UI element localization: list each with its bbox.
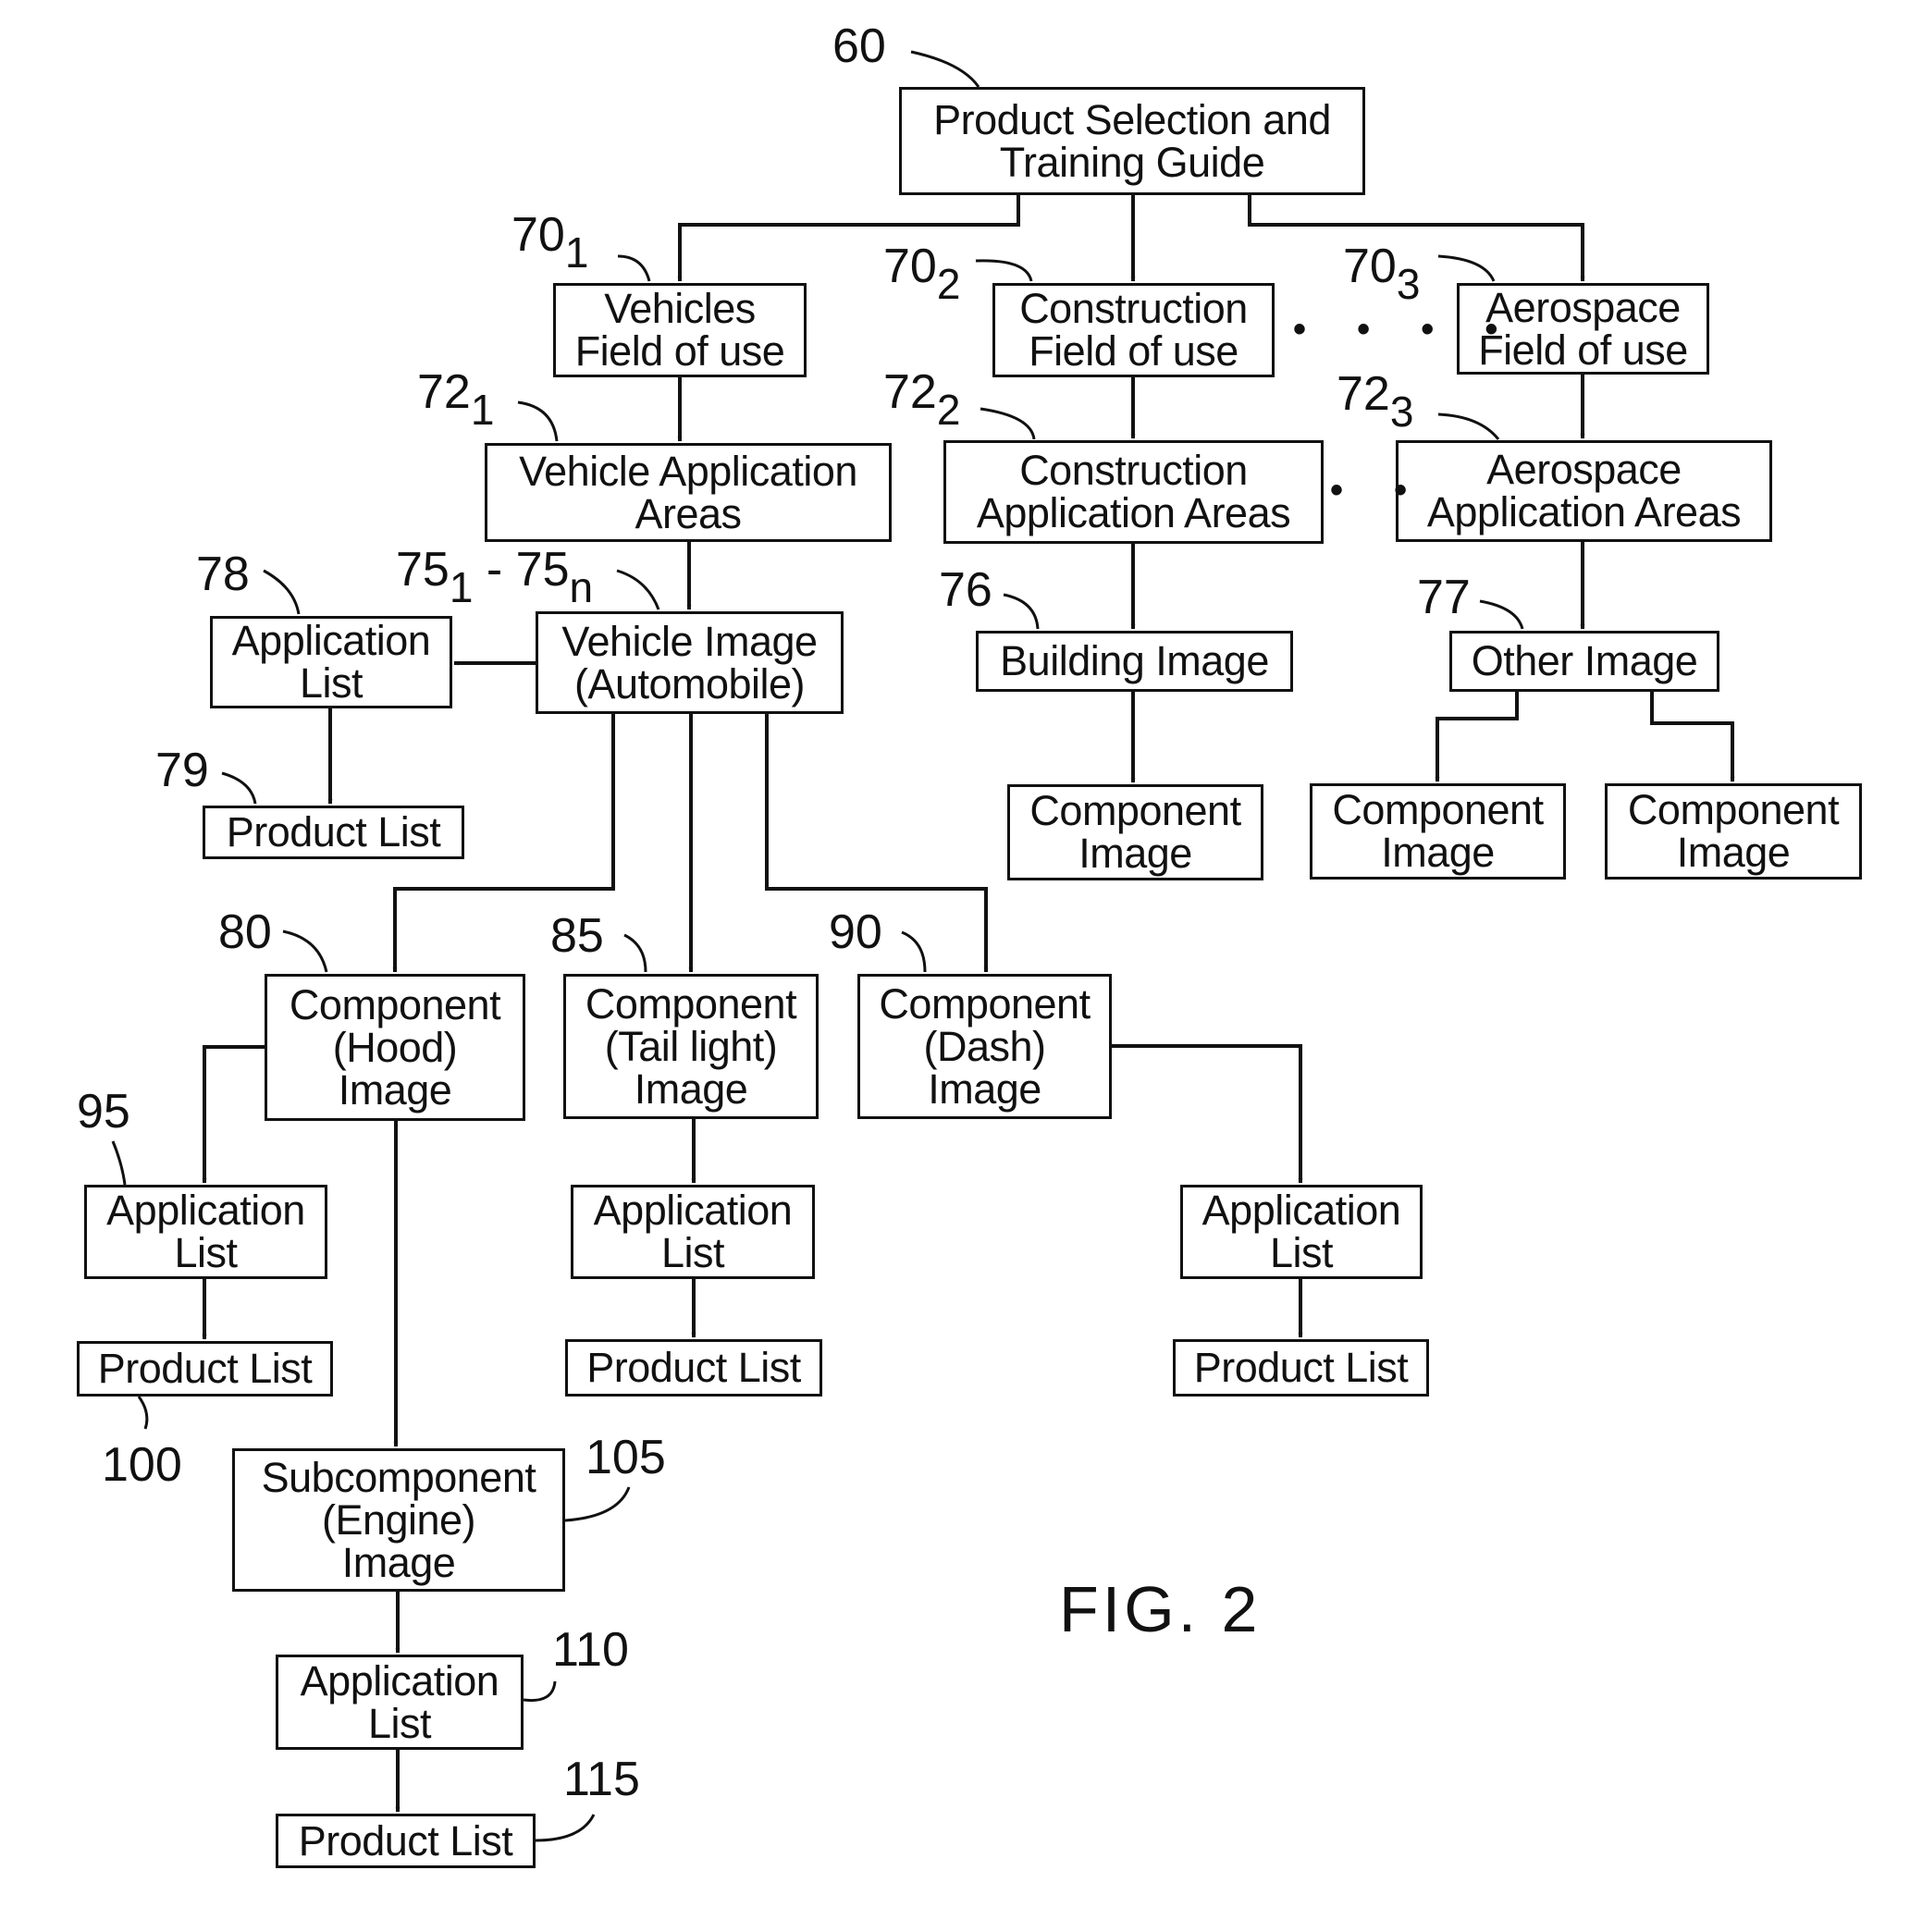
arrow-other-to-component-2	[1650, 692, 1735, 782]
node-hood-product-list: Product List	[77, 1341, 333, 1397]
ref-60: 60	[832, 19, 886, 73]
leader-80	[282, 929, 328, 973]
node-dash-product-list: Product List	[1173, 1339, 1429, 1397]
node-engine-app-list: Application List	[276, 1655, 524, 1750]
leader-76	[1003, 593, 1040, 630]
node-taillight-product-list: Product List	[565, 1339, 822, 1397]
node-hood-component: Component (Hood) Image	[265, 974, 525, 1121]
ref-75: 751 - 75n	[396, 543, 594, 611]
ref-105: 105	[585, 1431, 666, 1484]
node-other-image: Other Image	[1449, 631, 1719, 692]
leader-78	[263, 569, 301, 615]
ref-100: 100	[102, 1438, 182, 1492]
node-aerospace-app-areas: Aerospace Application Areas	[1396, 440, 1772, 542]
ref-72-1: 721	[417, 365, 495, 434]
arrow-dash-to-app-list	[1112, 1044, 1303, 1184]
ref-72-3: 723	[1337, 367, 1414, 436]
ref-90: 90	[829, 905, 882, 959]
ellipsis-fields: • • • •	[1293, 309, 1519, 350]
leader-90	[901, 930, 927, 973]
leader-95	[111, 1140, 127, 1186]
node-vehicle-product-list: Product List	[203, 806, 464, 859]
node-other-component-image-2: Component Image	[1605, 783, 1862, 880]
ref-70-1: 701	[511, 208, 589, 277]
node-root: Product Selection and Training Guide	[899, 87, 1365, 195]
leader-70-2	[975, 259, 1033, 282]
leader-60	[910, 50, 980, 88]
node-taillight-app-list: Application List	[571, 1185, 815, 1279]
leader-72-2	[980, 407, 1036, 440]
node-vehicle-image: Vehicle Image (Automobile)	[536, 611, 844, 714]
arrow-hood-to-app-list	[202, 1045, 265, 1184]
node-vehicles-field: Vehicles Field of use	[553, 283, 807, 377]
leader-70-3	[1437, 254, 1496, 282]
ref-115: 115	[563, 1753, 640, 1806]
node-construction-app-areas: Construction Application Areas	[943, 440, 1324, 544]
leader-100	[137, 1396, 149, 1430]
node-other-component-image-1: Component Image	[1310, 783, 1566, 880]
leader-105	[564, 1486, 631, 1522]
arrow-root-to-vehicles	[677, 195, 1020, 282]
leader-75	[616, 569, 660, 610]
ref-79: 79	[155, 744, 209, 797]
node-vehicle-app-areas: Vehicle Application Areas	[485, 443, 892, 542]
ref-72-2: 722	[883, 365, 961, 434]
node-construction-field: Construction Field of use	[992, 283, 1275, 377]
leader-85	[623, 933, 647, 973]
leader-72-3	[1437, 412, 1500, 440]
ellipsis-areas: • •	[1330, 470, 1428, 511]
ref-70-2: 702	[883, 240, 961, 308]
ref-70-3: 703	[1343, 240, 1421, 308]
node-dash-component: Component (Dash) Image	[857, 974, 1112, 1119]
node-engine-product-list: Product List	[276, 1814, 536, 1868]
leader-77	[1479, 599, 1524, 630]
figure-label: FIG. 2	[1059, 1573, 1262, 1645]
ref-95: 95	[77, 1085, 130, 1138]
leader-79	[221, 771, 257, 805]
node-hood-app-list: Application List	[84, 1185, 327, 1279]
arrow-other-to-component-1	[1435, 692, 1519, 782]
node-dash-app-list: Application List	[1180, 1185, 1423, 1279]
node-engine-subcomponent: Subcomponent (Engine) Image	[232, 1448, 565, 1592]
ref-77: 77	[1417, 571, 1471, 624]
ref-78: 78	[196, 548, 250, 601]
node-vehicle-app-list: Application List	[210, 616, 452, 708]
node-building-image: Building Image	[976, 631, 1293, 692]
node-building-component-image: Component Image	[1007, 784, 1263, 880]
ref-80: 80	[218, 905, 272, 959]
leader-115	[535, 1814, 596, 1842]
ref-110: 110	[552, 1623, 629, 1677]
leader-110	[523, 1680, 557, 1703]
leader-72-1	[517, 400, 559, 442]
ref-85: 85	[550, 909, 604, 963]
ref-76: 76	[939, 563, 992, 617]
leader-70-1	[617, 254, 651, 282]
node-taillight-component: Component (Tail light) Image	[563, 974, 819, 1119]
